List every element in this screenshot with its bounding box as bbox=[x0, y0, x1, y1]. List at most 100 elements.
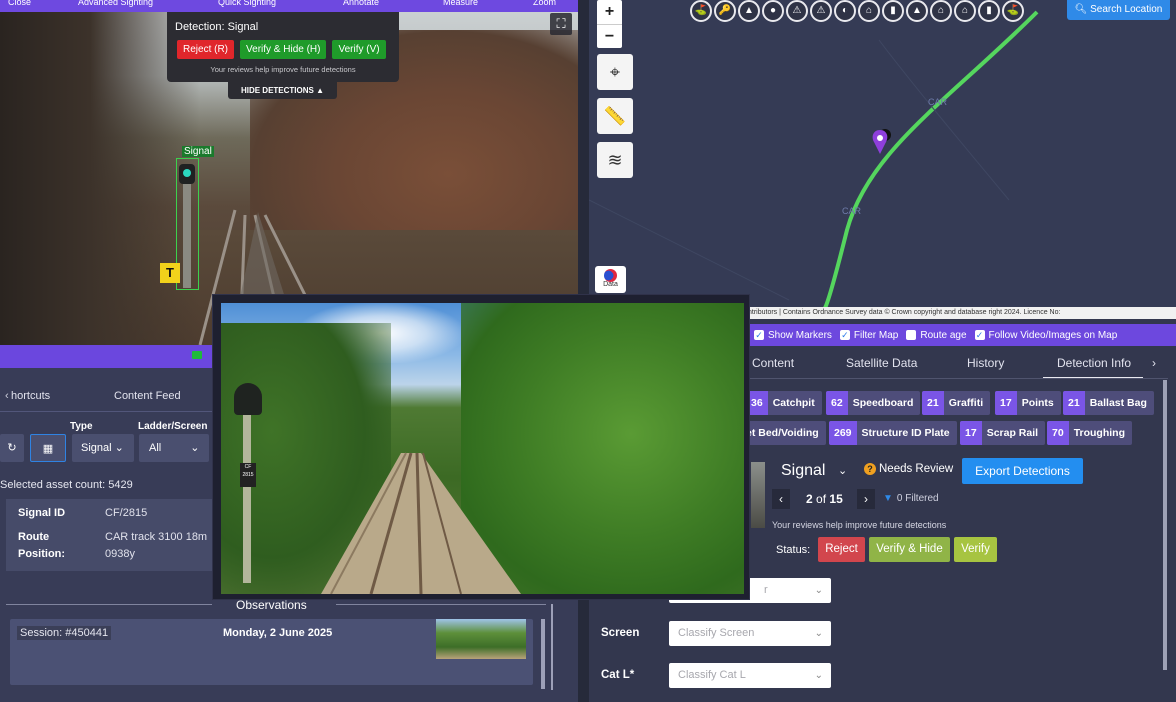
bridge-icon[interactable]: ⌂ bbox=[930, 0, 952, 22]
classify-screen-select[interactable]: Classify Screen ⌄ bbox=[669, 621, 831, 646]
chip-scrap-rail[interactable]: 17 Scrap Rail bbox=[960, 421, 1046, 445]
cat-l-label: Cat L* bbox=[601, 669, 635, 681]
filter-map-label: Filter Map bbox=[853, 329, 899, 341]
tab-satellite-data[interactable]: Satellite Data bbox=[846, 356, 917, 370]
session-row[interactable]: Session: #450441 Monday, 2 June 2025 bbox=[10, 619, 533, 685]
chip-graffiti[interactable]: 21 Graffiti bbox=[922, 391, 991, 415]
chip-label: Catchpit bbox=[772, 397, 815, 409]
session-thumbnail[interactable] bbox=[436, 619, 526, 659]
right-panel-scrollbar[interactable] bbox=[1163, 380, 1167, 670]
show-markers-checkbox[interactable]: ✓ Show Markers bbox=[754, 330, 832, 341]
arrow-up-icon[interactable]: ▲ bbox=[906, 0, 928, 22]
pager-current: 2 bbox=[806, 492, 813, 506]
status-reject-button[interactable]: Reject bbox=[818, 537, 865, 562]
chevron-left-icon[interactable]: ‹ bbox=[772, 489, 790, 509]
panel-scrollbar[interactable] bbox=[551, 604, 553, 690]
asset-count: Selected asset count: 5429 bbox=[0, 479, 133, 491]
tab-content[interactable]: Content bbox=[752, 356, 794, 370]
filtered-label: 0 Filtered bbox=[896, 493, 939, 504]
chevron-right-icon[interactable]: › bbox=[857, 489, 875, 509]
session-id: Session: #450441 bbox=[17, 626, 112, 640]
layers-icon[interactable]: ≋ bbox=[597, 142, 633, 178]
route-value: CAR track 3100 18m bbox=[105, 531, 208, 543]
bridge-icon[interactable]: ⌂ bbox=[954, 0, 976, 22]
circle-icon[interactable]: ● bbox=[762, 0, 784, 22]
chip-ballast-bag[interactable]: 21 Ballast Bag bbox=[1063, 391, 1154, 415]
verify-button[interactable]: Verify (V) bbox=[332, 40, 386, 59]
follow-video-checkbox[interactable]: ✓ Follow Video/Images on Map bbox=[974, 330, 1117, 341]
toolbar-annotate[interactable]: Annotate bbox=[335, 0, 435, 12]
locate-icon[interactable]: ⌖ bbox=[597, 54, 633, 90]
video-toolbar: Close Advanced Sighting Quick Sighting A… bbox=[0, 0, 578, 12]
chip-troughing[interactable]: 70 Troughing bbox=[1047, 421, 1133, 445]
toolbar-advanced-sighting[interactable]: Advanced Sighting bbox=[70, 0, 210, 12]
image-preview-popup[interactable]: CF 2815 bbox=[212, 294, 750, 600]
filter-icon: ▼ bbox=[883, 493, 893, 504]
chip-points[interactable]: 17 Points bbox=[995, 391, 1061, 415]
pager-total: 15 bbox=[829, 492, 843, 506]
warning-icon[interactable]: ⚠ bbox=[786, 0, 808, 22]
toolbar-close[interactable]: Close bbox=[0, 0, 70, 12]
chip-label: Structure ID Plate bbox=[861, 427, 950, 439]
chevron-down-icon: ⌄ bbox=[814, 670, 823, 681]
signal-detection-tag[interactable]: Signal bbox=[182, 146, 214, 157]
chip-catchpit[interactable]: 36 Catchpit bbox=[746, 391, 822, 415]
refresh-icon[interactable]: ↻ bbox=[0, 434, 24, 462]
session-scrollbar[interactable] bbox=[541, 619, 545, 689]
signal-icon[interactable]: ▮ bbox=[882, 0, 904, 22]
screen-label: Screen bbox=[601, 627, 640, 639]
zoom-out-button[interactable]: − bbox=[597, 25, 622, 49]
arrow-up-icon[interactable]: ▲ bbox=[738, 0, 760, 22]
fullscreen-icon[interactable]: ⛶ bbox=[550, 13, 572, 35]
route-label: Route bbox=[18, 531, 50, 543]
plate-line-1: CF bbox=[244, 464, 252, 470]
chat-icon[interactable] bbox=[192, 351, 202, 359]
filter-map-checkbox[interactable]: ✓ Filter Map bbox=[839, 329, 899, 341]
reject-button[interactable]: Reject (R) bbox=[177, 40, 235, 59]
chevron-right-icon[interactable]: › bbox=[1152, 356, 1156, 370]
pager-text: 2 of 15 bbox=[806, 492, 843, 506]
chip-wet-bed-voiding[interactable]: et Bed/Voiding bbox=[746, 421, 826, 445]
toolbar-zoom[interactable]: Zoom bbox=[525, 0, 556, 12]
warning-icon[interactable]: ⚠ bbox=[810, 0, 832, 22]
export-detections-button[interactable]: Export Detections bbox=[962, 458, 1083, 484]
route-age-checkbox[interactable]: Route age bbox=[906, 330, 967, 341]
checkbox-empty-icon bbox=[906, 330, 917, 340]
chip-structure-id-plate[interactable]: 269 Structure ID Plate bbox=[829, 421, 957, 445]
type-select[interactable]: Signal ⌄ bbox=[72, 434, 134, 462]
chip-label: Graffiti bbox=[948, 397, 984, 409]
zoom-in-button[interactable]: + bbox=[597, 0, 622, 24]
tab-shortcuts[interactable]: hortcuts bbox=[11, 390, 50, 402]
ruler-icon[interactable]: 📏 bbox=[597, 98, 633, 134]
status-verify-button[interactable]: Verify bbox=[954, 537, 997, 562]
key-icon[interactable]: 🔑 bbox=[714, 0, 736, 22]
ladder-select[interactable]: All ⌄ bbox=[139, 434, 209, 462]
calendar-icon[interactable]: ▦ bbox=[30, 434, 66, 462]
tab-content-feed[interactable]: Content Feed bbox=[114, 390, 181, 402]
flag-icon[interactable]: ⛳ bbox=[690, 0, 712, 22]
location-pin-icon[interactable] bbox=[870, 128, 892, 158]
chevron-left-icon[interactable]: ‹ bbox=[5, 390, 9, 402]
data-button[interactable]: Data bbox=[595, 266, 626, 293]
toolbar-quick-sighting[interactable]: Quick Sighting bbox=[210, 0, 335, 12]
search-location-button[interactable]: 🔍︎ Search Location bbox=[1067, 0, 1170, 20]
signal-icon[interactable]: ▮ bbox=[978, 0, 1000, 22]
detection-thumbnail[interactable] bbox=[751, 462, 765, 528]
filtered-count[interactable]: ▼ 0 Filtered bbox=[883, 493, 939, 504]
toolbar-measure[interactable]: Measure bbox=[435, 0, 525, 12]
verify-hide-button[interactable]: Verify & Hide (H) bbox=[240, 40, 327, 59]
chip-speedboard[interactable]: 62 Speedboard bbox=[826, 391, 921, 415]
status-verify-hide-button[interactable]: Verify & Hide bbox=[869, 537, 950, 562]
chevron-down-icon: ⌄ bbox=[190, 442, 200, 454]
tab-detection-info[interactable]: Detection Info bbox=[1057, 356, 1131, 370]
flag-icon[interactable]: ⛳ bbox=[1002, 0, 1024, 22]
detection-title: Detection: Signal bbox=[175, 21, 259, 33]
classify-cat-l-select[interactable]: Classify Cat L ⌄ bbox=[669, 663, 831, 688]
bridge-icon[interactable]: ⌂ bbox=[858, 0, 880, 22]
half-circle-icon[interactable]: ◐ bbox=[834, 0, 856, 22]
tab-history[interactable]: History bbox=[967, 356, 1004, 370]
chevron-down-icon[interactable]: ⌄ bbox=[838, 464, 847, 477]
show-markers-label: Show Markers bbox=[768, 329, 832, 341]
hide-detections-button[interactable]: HIDE DETECTIONS ▲ bbox=[228, 82, 337, 99]
preview-image[interactable]: CF 2815 bbox=[221, 303, 744, 594]
